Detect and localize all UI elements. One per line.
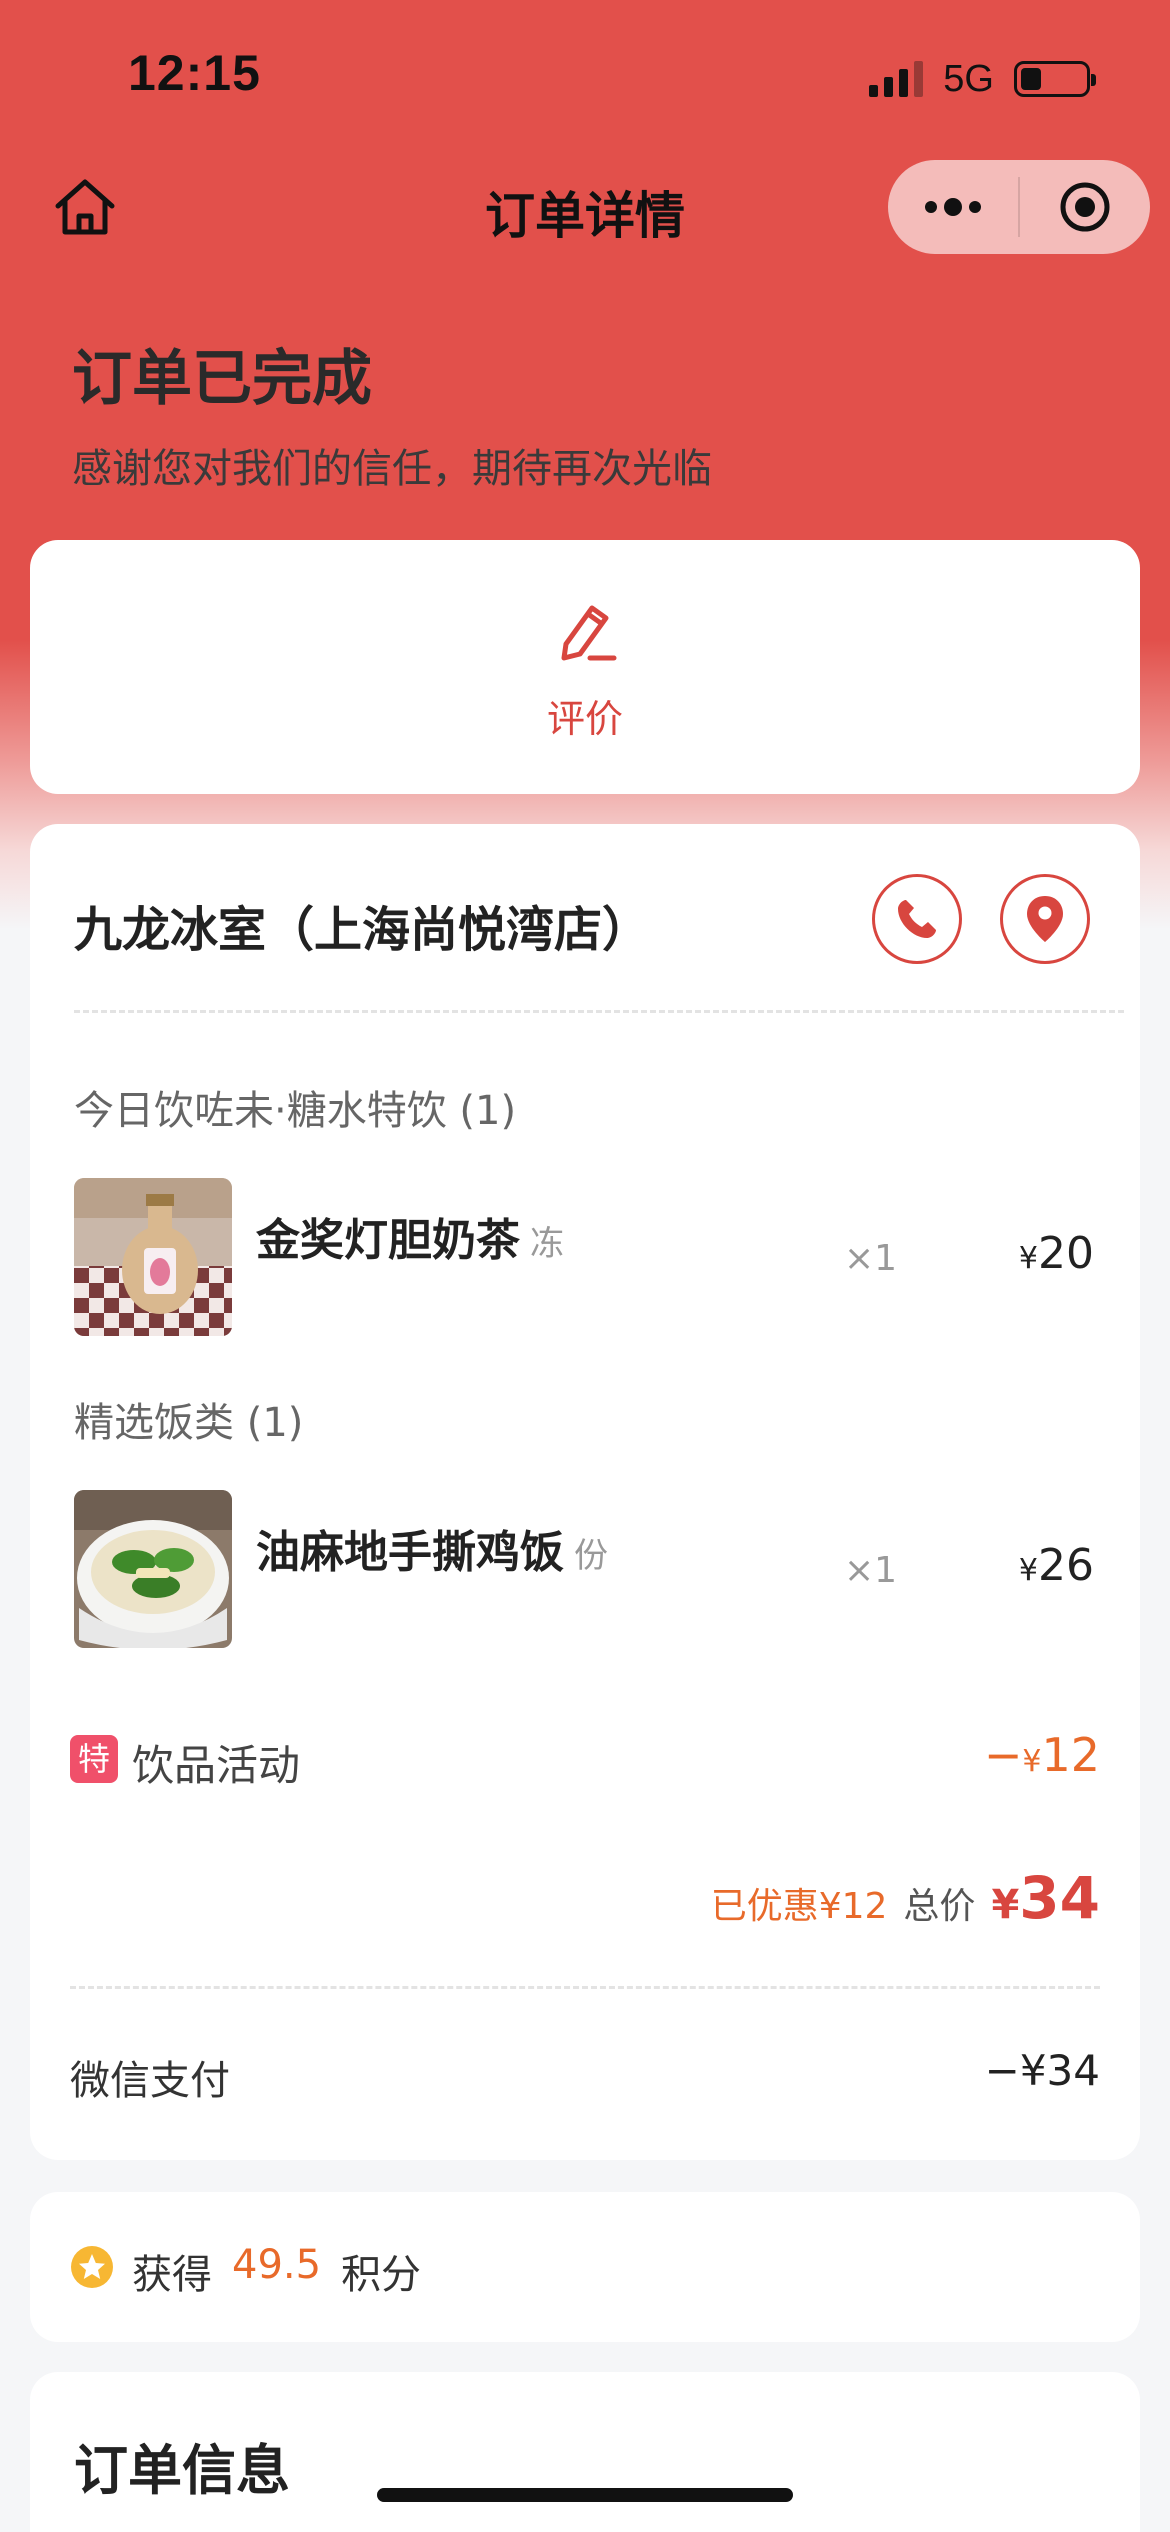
order-status-title: 订单已完成: [72, 344, 372, 414]
target-icon: [1060, 182, 1110, 232]
points-star-icon: [70, 2245, 114, 2289]
close-mini-program-button[interactable]: [1020, 160, 1150, 254]
points-card: 获得 49.5 积分: [30, 2192, 1140, 2342]
location-pin-icon: [1027, 896, 1063, 942]
currency-symbol: ¥: [1018, 1553, 1038, 1588]
payment-amount: −¥34: [984, 2046, 1100, 2095]
order-detail-card: 九龙冰室（上海尚悦湾店） 今日饮咗未·糖水特饮 (1) 金奖灯胆奶茶 冻 ×1 …: [30, 824, 1140, 2160]
call-store-button[interactable]: [872, 874, 962, 964]
points-value: 49.5: [232, 2242, 322, 2288]
order-status-subtitle: 感谢您对我们的信任，期待再次光临: [72, 446, 712, 492]
promo-amount: −¥12: [984, 1728, 1100, 1782]
store-location-button[interactable]: [1000, 874, 1090, 964]
points-suffix: 积分: [341, 2252, 422, 2298]
item-name-text: 金奖灯胆奶茶: [256, 1215, 520, 1266]
total-price-value: 34: [1019, 1864, 1100, 1932]
payment-method-label: 微信支付: [70, 2058, 230, 2104]
item-price: ¥26: [1019, 1540, 1094, 1591]
promo-label: 饮品活动: [132, 1741, 301, 1790]
promo-sign: −: [983, 1728, 1023, 1782]
battery-icon: [1014, 61, 1096, 97]
order-info-card: 订单信息: [30, 2372, 1140, 2532]
home-indicator[interactable]: [377, 2488, 793, 2502]
edit-pencil-icon: [552, 600, 622, 664]
item-price-value: 20: [1038, 1228, 1094, 1279]
points-prefix: 获得: [132, 2252, 212, 2298]
review-label: 评价: [546, 697, 623, 741]
saved-amount: 已优惠¥12: [710, 1886, 888, 1927]
category-title: 精选饭类 (1): [74, 1400, 304, 1446]
item-thumbnail-milk-tea: [74, 1178, 232, 1336]
total-label: 总价: [903, 1886, 976, 1927]
divider: [70, 1986, 1100, 1989]
price-summary: 已优惠¥12 总价 ¥34: [711, 1864, 1100, 1932]
review-card[interactable]: 评价: [30, 540, 1140, 794]
phone-icon: [898, 900, 936, 938]
status-indicators: 5G: [869, 55, 1096, 103]
item-price-value: 26: [1038, 1540, 1094, 1591]
item-quantity: ×1: [844, 1238, 898, 1279]
promo-tag: 特: [70, 1735, 118, 1783]
item-quantity: ×1: [844, 1550, 898, 1591]
more-menu-button[interactable]: [888, 160, 1018, 254]
item-price: ¥20: [1019, 1228, 1094, 1279]
currency-symbol: ¥: [991, 1882, 1020, 1928]
item-name-chicken-rice: 油麻地手撕鸡饭份: [256, 1516, 608, 1580]
divider: [74, 1010, 1124, 1013]
item-name-text: 油麻地手撕鸡饭: [256, 1527, 564, 1578]
more-dots-icon: [925, 198, 981, 216]
total-price: ¥34: [991, 1864, 1100, 1932]
item-spec: 冻: [530, 1224, 564, 1264]
currency-symbol: ¥: [1018, 1241, 1038, 1276]
currency-symbol: ¥: [1022, 1744, 1042, 1779]
item-name-milk-tea: 金奖灯胆奶茶冻: [256, 1204, 564, 1268]
mini-program-capsule: [888, 160, 1150, 254]
points-text: 获得 49.5 积分: [132, 2242, 421, 2300]
category-title: 今日饮咗未·糖水特饮 (1): [74, 1088, 517, 1134]
item-spec: 份: [574, 1536, 608, 1576]
item-thumbnail-chicken-rice: [74, 1490, 232, 1648]
order-info-title: 订单信息: [74, 2439, 290, 2502]
store-name: 九龙冰室（上海尚悦湾店）: [74, 902, 651, 958]
network-label: 5G: [943, 57, 994, 100]
promo-amount-value: 12: [1041, 1728, 1100, 1782]
signal-icon: [869, 61, 924, 97]
status-time: 12:15: [128, 45, 261, 101]
